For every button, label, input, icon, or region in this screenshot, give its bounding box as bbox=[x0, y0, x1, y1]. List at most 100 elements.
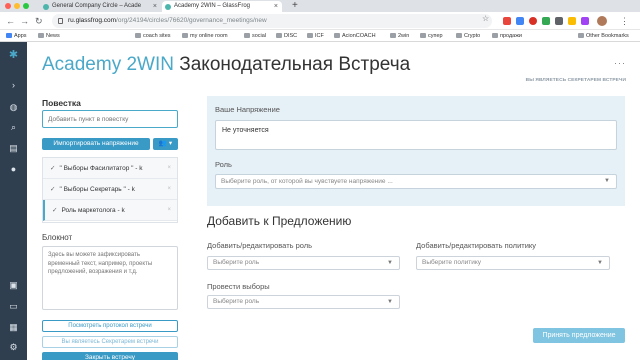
bookmark-label: Crypto bbox=[464, 33, 481, 39]
globe-icon[interactable]: ◍ bbox=[8, 102, 19, 113]
chevron-down-icon: ▼ bbox=[387, 299, 393, 305]
folder-icon bbox=[135, 33, 141, 38]
settings-icon[interactable]: ⚙ bbox=[8, 342, 19, 353]
end-meeting-button[interactable]: Закрыть встречу bbox=[42, 352, 178, 360]
extension-icon[interactable] bbox=[555, 17, 563, 25]
bookmark-label: Other Bookmarks bbox=[586, 33, 629, 39]
forward-icon[interactable]: → bbox=[20, 14, 29, 28]
close-tab-icon[interactable]: × bbox=[274, 1, 278, 12]
back-icon[interactable]: ← bbox=[6, 14, 15, 28]
agenda-item[interactable]: ✓ " Выборы Фасилитатор " - k × bbox=[43, 158, 177, 179]
checklist-icon[interactable]: ▤ bbox=[8, 143, 19, 154]
edit-role-select[interactable]: Выберите роль ▼ bbox=[207, 256, 400, 270]
bookmark-acioncoach[interactable]: AcionCOACH bbox=[334, 30, 376, 42]
elections-select[interactable]: Выберите роль ▼ bbox=[207, 295, 400, 309]
maximize-window-icon[interactable] bbox=[23, 3, 29, 9]
new-tab-icon[interactable]: + bbox=[292, 0, 298, 12]
tension-panel: Ваше Напряжение Не уточняется Роль Выбер… bbox=[207, 96, 625, 206]
glassfrog-favicon-icon bbox=[165, 4, 171, 10]
remove-icon[interactable]: × bbox=[167, 158, 171, 179]
chevron-down-icon: ▼ bbox=[597, 260, 603, 266]
bookmark-star-icon[interactable]: ☆ bbox=[482, 14, 489, 23]
folder-icon bbox=[420, 33, 426, 38]
bookmark-label: my online room bbox=[190, 33, 228, 39]
agenda-item[interactable]: ✓ Роль маркетолога - k × bbox=[43, 200, 177, 221]
notes-textarea[interactable] bbox=[42, 246, 178, 310]
agenda-item[interactable]: ✓ " Выборы Секретарь " - k × bbox=[43, 179, 177, 200]
extension-icon[interactable] bbox=[516, 17, 524, 25]
view-minutes-button[interactable]: Посмотреть протокол встречи bbox=[42, 320, 178, 332]
edit-policy-placeholder: Выберите политику bbox=[422, 259, 482, 266]
extension-icon[interactable] bbox=[542, 17, 550, 25]
url-path: /org/24194/circles/76620/governance_meet… bbox=[116, 17, 267, 24]
folder-icon bbox=[390, 33, 396, 38]
remove-icon[interactable]: × bbox=[167, 179, 171, 200]
edit-policy-select[interactable]: Выберите политику ▼ bbox=[416, 256, 610, 270]
meeting-type: Законодательная Встреча bbox=[179, 54, 411, 75]
url-host: ru.glassfrog.com bbox=[68, 17, 117, 24]
edit-role-label: Добавить/редактировать роль bbox=[207, 241, 313, 250]
tab-title: Academy 2WIN – GlassFrog bbox=[174, 3, 251, 9]
bookmark-2win[interactable]: 2win bbox=[390, 30, 409, 42]
bookmark-other[interactable]: Other Bookmarks bbox=[578, 30, 629, 42]
browser-tab-academy[interactable]: Academy 2WIN – GlassFrog × bbox=[162, 1, 282, 12]
agenda-list: ✓ " Выборы Фасилитатор " - k × ✓ " Выборы … bbox=[42, 157, 178, 223]
search-icon[interactable]: ⌕ bbox=[8, 122, 19, 133]
extension-icon[interactable] bbox=[581, 17, 589, 25]
chat-icon[interactable]: ▭ bbox=[8, 301, 19, 312]
bookmark-online-room[interactable]: my online room bbox=[182, 30, 228, 42]
elections-label: Провести выборы bbox=[207, 282, 270, 291]
extension-icon[interactable] bbox=[503, 17, 511, 25]
bookmark-icf[interactable]: ICF bbox=[307, 30, 324, 42]
folder-icon bbox=[182, 33, 188, 38]
people-dropdown-button[interactable]: 👥 ▾ bbox=[153, 138, 178, 150]
role-select[interactable]: Выберите роль, от которой вы чувствуете … bbox=[215, 174, 617, 189]
bookmark-news[interactable]: News bbox=[38, 30, 60, 42]
remove-icon[interactable]: × bbox=[167, 200, 171, 221]
browser-tab-company-circle[interactable]: General Company Circle – Acade × bbox=[40, 1, 161, 12]
close-tab-icon[interactable]: × bbox=[153, 1, 157, 12]
bookmark-label: 2win bbox=[398, 33, 410, 39]
bookmark-disc[interactable]: DISC bbox=[276, 30, 297, 42]
role-label: Роль bbox=[215, 160, 232, 169]
accept-proposal-button[interactable]: Принять предложение bbox=[533, 328, 625, 343]
documents-icon[interactable]: ▦ bbox=[8, 322, 19, 333]
reload-icon[interactable]: ↻ bbox=[35, 14, 43, 28]
more-options-icon[interactable]: ··· bbox=[614, 58, 626, 68]
tension-field[interactable]: Не уточняется bbox=[215, 120, 617, 150]
bookmark-coach-sites[interactable]: coach sites bbox=[135, 30, 171, 42]
bookmark-label: News bbox=[46, 33, 60, 39]
bookmark-label: DISC bbox=[284, 33, 298, 39]
page-title: Academy 2WIN Законодательная Встреча bbox=[42, 54, 410, 76]
folder-icon bbox=[307, 33, 313, 38]
gift-icon[interactable]: ▣ bbox=[8, 280, 19, 291]
extension-icon[interactable] bbox=[568, 17, 576, 25]
folder-icon bbox=[492, 33, 498, 38]
expand-sidebar-icon[interactable]: › bbox=[8, 80, 19, 91]
import-tension-button[interactable]: Импортировать напряжение bbox=[42, 138, 150, 150]
profile-avatar[interactable] bbox=[597, 16, 607, 26]
agenda-item-label: Роль маркетолога - k bbox=[61, 207, 125, 214]
bookmark-apps[interactable]: Apps bbox=[6, 30, 27, 42]
bookmarks-bar: Apps News coach sites my online room soc… bbox=[0, 30, 640, 42]
folder-icon bbox=[334, 33, 340, 38]
bookmark-super[interactable]: супер bbox=[420, 30, 443, 42]
bookmark-prodazhi[interactable]: продажи bbox=[492, 30, 522, 42]
minimize-window-icon[interactable] bbox=[14, 3, 20, 9]
secretary-button[interactable]: Вы являетесь Секретарем встречи bbox=[42, 336, 178, 348]
url-field[interactable]: ru.glassfrog.com/org/24194/circles/76620… bbox=[52, 14, 492, 28]
bookmark-social[interactable]: social bbox=[244, 30, 266, 42]
folder-icon bbox=[578, 33, 584, 38]
user-icon[interactable]: ● bbox=[8, 164, 19, 175]
menu-kebab-icon[interactable]: ⋮ bbox=[620, 14, 629, 28]
edit-policy-label: Добавить/редактировать политику bbox=[416, 241, 536, 250]
tab-title: General Company Circle – Acade bbox=[52, 3, 142, 9]
bookmark-crypto[interactable]: Crypto bbox=[456, 30, 480, 42]
glassfrog-logo-icon[interactable]: ✱ bbox=[8, 50, 19, 61]
apps-grid-icon bbox=[6, 33, 12, 38]
extension-icon[interactable] bbox=[529, 17, 537, 25]
bookmark-label: social bbox=[252, 33, 267, 39]
agenda-item-input[interactable] bbox=[42, 110, 178, 128]
org-name[interactable]: Academy 2WIN bbox=[42, 54, 174, 75]
close-window-icon[interactable] bbox=[5, 3, 11, 9]
